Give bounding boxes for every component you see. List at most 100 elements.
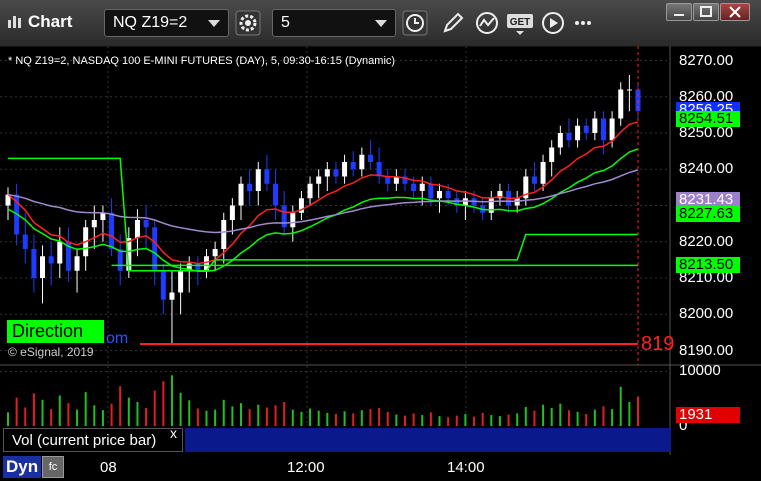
candle-body [445,191,451,199]
candle-body [48,256,54,264]
candle-body [419,183,425,191]
dynamic-button[interactable]: Dyn [3,456,41,478]
candle-body [592,118,598,133]
red-edge-label: 819 [641,333,675,355]
candle-body [609,118,615,141]
chevron-down-icon[interactable] [208,20,220,27]
candle-body [74,256,80,271]
play-icon[interactable] [540,10,566,36]
candle-body [626,89,632,91]
chevron-down-icon[interactable] [375,20,387,27]
title-bar: Chart NQ Z19=2 5 GET [0,0,761,47]
candle-body [281,205,287,228]
candle-body [247,183,253,191]
candle-body [178,270,184,293]
clock-icon[interactable] [402,10,428,36]
symbol-combo[interactable]: NQ Z19=2 [104,9,229,37]
y-tick-label: 8200.00 [679,305,734,323]
candle-body [264,169,270,184]
y-tick-label: 8240.00 [679,160,734,178]
candle-body [229,205,235,220]
candle-body [618,89,624,119]
price-chart[interactable] [0,46,761,481]
gear-icon[interactable] [235,10,261,36]
candle-body [575,125,581,141]
price-tag: 8227.63 [676,206,740,223]
maximize-icon[interactable] [694,4,718,20]
candle-body [221,220,227,249]
candle-body [428,183,434,199]
candle-body [411,183,417,191]
candle-body [462,198,468,206]
candle-body [40,256,46,278]
candle-body [134,220,140,239]
candle-body [238,183,244,206]
candlestick-series [5,75,641,344]
volume-close-icon[interactable]: x [170,425,177,441]
window-title: Chart [28,12,73,31]
candle-body [324,169,330,177]
candle-body [376,162,382,177]
candle-body [316,176,322,184]
candle-body [143,220,149,228]
candle-body [160,270,166,300]
y-tick-label: 8220.00 [679,232,734,250]
chart-window-icon [8,16,21,28]
minimize-icon[interactable] [667,4,691,20]
price-tag: 8213.50 [676,257,740,274]
candle-body [307,183,313,199]
candle-body [212,249,218,257]
candle-body [549,147,555,162]
candle-body [367,154,373,162]
candle-body [333,169,339,177]
price-tag: 8254.51 [676,110,740,127]
y-tick-label: 8270.00 [679,51,734,69]
close-button[interactable] [720,3,750,21]
interval-combo[interactable]: 5 [272,9,396,37]
study-icon[interactable] [474,10,500,36]
candle-body [566,133,572,141]
y-tick-label: 8250.00 [679,124,734,141]
candle-body [385,176,391,184]
candle-body [540,162,546,184]
price-tag: 1931 [676,407,740,424]
candle-body [109,212,115,249]
volume-tick-label: 10000 [679,362,721,380]
more-icon[interactable] [570,10,596,36]
candle-body [359,154,365,170]
candle-body [531,176,537,184]
pencil-icon[interactable] [440,10,466,36]
close-icon[interactable] [721,4,749,20]
volume-legend: Vol (current price bar) [3,428,183,452]
maximize-button[interactable] [693,3,719,21]
symbol-value[interactable]: NQ Z19=2 [113,14,187,32]
candle-body [22,234,28,249]
copyright-label: © eSignal, 2019 [8,345,94,359]
x-tick-label: 14:00 [447,459,485,476]
candle-body [437,191,443,199]
x-tick-label: 08 [100,459,117,476]
candle-body [31,249,37,278]
candle-body [557,133,563,148]
candle-body [152,227,158,271]
red-moving-average [7,121,639,265]
candle-body [273,183,279,206]
chart-info-label: * NQ Z19=2, NASDAQ 100 E-MINI FUTURES (D… [8,55,396,67]
direction-label: Direction [7,320,104,343]
fc-button[interactable]: fc [42,456,64,478]
candle-body [117,249,123,271]
direction-tail-label: om [106,330,129,347]
interval-value[interactable]: 5 [281,14,290,32]
indicator-lines [7,121,639,273]
y-tick-label: 8190.00 [679,341,734,359]
x-tick-label: 12:00 [287,459,325,476]
volume-legend-bar [185,428,671,452]
candle-body [91,220,97,228]
candle-body [290,212,296,228]
candle-body [342,162,348,177]
candle-body [583,125,589,133]
candle-body [57,241,63,264]
get-data-icon[interactable]: GET [506,10,536,36]
minimize-button[interactable] [666,3,692,21]
candle-body [350,162,356,170]
